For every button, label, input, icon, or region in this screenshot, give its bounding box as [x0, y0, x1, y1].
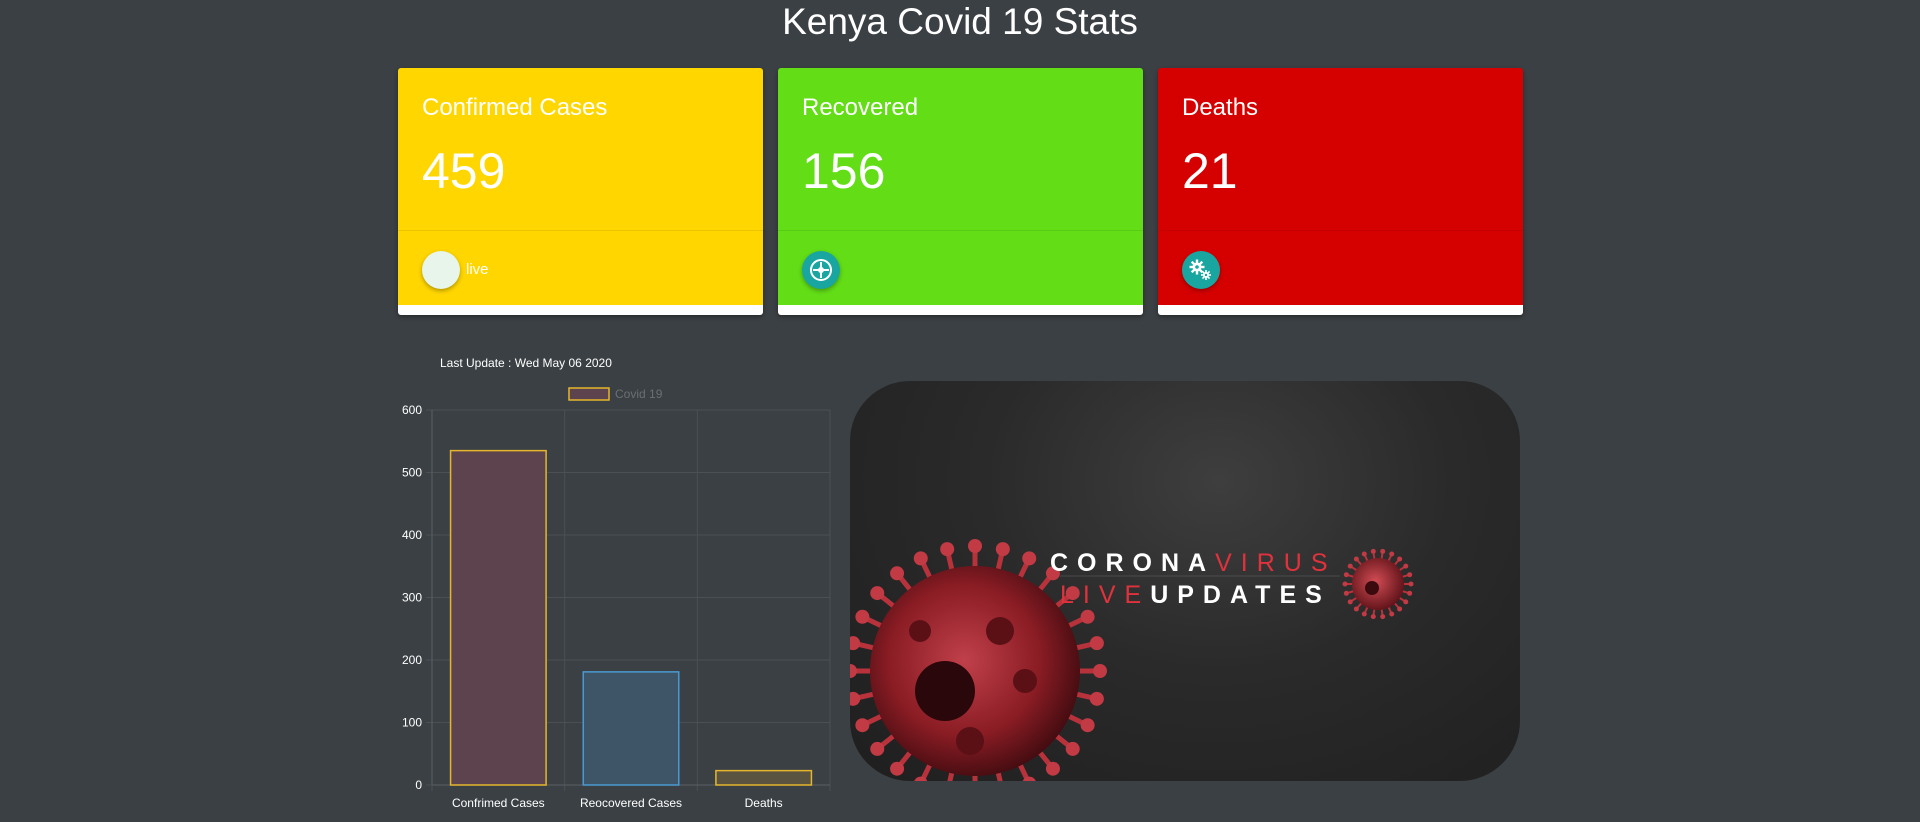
coronavirus-live-updates-banner: CORONAVIRUS LIVEUPDATES — [850, 381, 1520, 781]
svg-text:CORONAVIRUS: CORONAVIRUS — [1050, 549, 1337, 577]
y-tick-label: 100 — [402, 716, 422, 730]
card-bottom-strip — [1158, 305, 1523, 315]
live-label: live — [466, 261, 489, 278]
card-body: Recovered 156 — [778, 68, 1143, 230]
y-tick-label: 300 — [402, 591, 422, 605]
x-tick-label: Reocovered Cases — [580, 796, 682, 810]
card-title: Deaths — [1182, 94, 1259, 121]
banner-live-text: LIVE — [1060, 581, 1150, 609]
banner-corona-text: CORONA — [1050, 549, 1215, 577]
card-title: Recovered — [802, 94, 919, 121]
chart-legend: Covid 19 — [568, 387, 663, 401]
banner-virus-text: VIRUS — [1215, 549, 1336, 577]
recovered-value: 156 — [802, 143, 886, 199]
card-footer: live — [398, 230, 763, 306]
bar-reocovered-cases[interactable] — [582, 671, 680, 786]
deaths-value: 21 — [1182, 143, 1238, 199]
y-tick-label: 600 — [402, 403, 422, 417]
bar-deaths[interactable] — [715, 769, 813, 786]
y-tick-label: 400 — [402, 528, 422, 542]
recovered-card: Recovered 156 — [778, 68, 1143, 315]
bar-confrimed-cases[interactable] — [449, 449, 547, 786]
virus-small-illustration — [1342, 548, 1414, 620]
y-tick-label: 0 — [415, 778, 422, 792]
confirmed-cases-card: Confirmed Cases 459 live — [398, 68, 763, 315]
card-title: Confirmed Cases — [422, 94, 608, 121]
card-bottom-strip — [778, 305, 1143, 315]
confirmed-cases-value: 459 — [422, 143, 506, 199]
legend-swatch[interactable] — [568, 387, 610, 401]
gears-icon — [1182, 251, 1220, 289]
y-tick-label: 200 — [402, 653, 422, 667]
card-bottom-strip — [398, 305, 763, 315]
x-tick-label: Deaths — [745, 796, 783, 810]
svg-text:LIVEUPDATES: LIVEUPDATES — [1060, 581, 1331, 609]
hospital-icon — [802, 251, 840, 289]
last-update-text: Last Update : Wed May 06 2020 — [440, 356, 612, 370]
card-footer — [778, 230, 1143, 306]
card-body: Confirmed Cases 459 — [398, 68, 763, 230]
covid-bar-chart: 0 100 200 300 400 500 600 Confrimed Cases Reocov… — [402, 387, 831, 810]
card-footer — [1158, 230, 1523, 306]
live-toggle-icon[interactable] — [422, 251, 460, 289]
y-tick-label: 500 — [402, 466, 422, 480]
card-body: Deaths 21 — [1158, 68, 1523, 230]
deaths-card: Deaths 21 — [1158, 68, 1523, 315]
chart-bars — [449, 449, 813, 786]
x-tick-label: Confrimed Cases — [452, 796, 545, 810]
banner-updates-text: UPDATES — [1150, 581, 1331, 609]
legend-label: Covid 19 — [615, 387, 663, 401]
page-title: Kenya Covid 19 Stats — [782, 1, 1138, 42]
